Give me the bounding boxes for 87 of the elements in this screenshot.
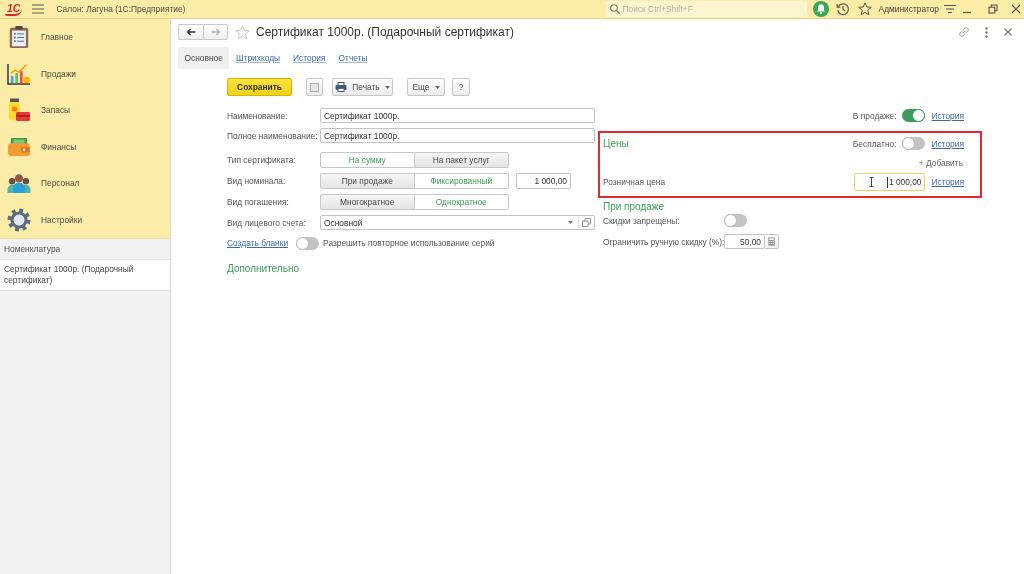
price-label: Розничная цена <box>603 177 666 187</box>
more-button[interactable]: Еще <box>407 78 445 96</box>
tab[interactable]: Основное <box>178 47 230 69</box>
history-icon[interactable] <box>835 2 850 16</box>
left-arrow-icon <box>186 28 196 36</box>
star-icon[interactable] <box>235 24 250 40</box>
sidebar-item[interactable]: Настройки <box>0 201 170 238</box>
calculator-button[interactable] <box>765 234 779 249</box>
field-label: Бесплатно: <box>852 138 897 149</box>
sidebar-item[interactable]: Запасы <box>0 92 170 129</box>
discount-field[interactable]: 50,00 <box>724 234 765 249</box>
section-heading[interactable]: Дополнительно <box>227 263 299 274</box>
text-field[interactable]: Сертификат 1000р. <box>320 128 595 143</box>
segment-option[interactable]: На сумму <box>320 152 415 168</box>
field-label: Вид номинала: <box>227 176 287 186</box>
restore-icon[interactable] <box>988 4 998 14</box>
field-label: Ограничить ручную скидку (%): <box>603 236 724 247</box>
wallet-icon <box>7 136 31 157</box>
form-title: Сертификат 1000р. (Подарочный сертификат) <box>256 25 514 39</box>
tab[interactable]: История <box>286 47 333 69</box>
toggle-switch[interactable] <box>901 109 925 122</box>
app-title: Салон: Лагуна (1С:Предприятие) <box>56 4 186 14</box>
user-name[interactable]: Администратор <box>878 4 939 14</box>
caret-icon[interactable] <box>568 221 573 224</box>
sidebar-item[interactable]: Персонал <box>0 165 170 202</box>
toggle-switch[interactable] <box>724 214 747 227</box>
caret-icon <box>434 85 440 89</box>
segment-option[interactable]: Однократное <box>414 194 509 210</box>
toggle-label: Разрешить повторное использование серий <box>323 238 495 248</box>
more-icon[interactable] <box>985 26 988 38</box>
back-button[interactable] <box>178 24 203 40</box>
field-label: Наименование: <box>227 110 289 121</box>
field-label: Полное наименование: <box>227 130 319 141</box>
price-field[interactable]: 1 000,00 <box>853 173 925 191</box>
search-icon <box>609 4 620 14</box>
segment-option[interactable]: При продаже <box>320 173 415 189</box>
field-label: Вид погашения: <box>227 197 290 207</box>
print-button[interactable]: Печать <box>332 78 393 96</box>
calculator-icon <box>768 237 775 246</box>
segment-option[interactable]: Многократное <box>320 194 415 210</box>
printer-icon <box>335 82 348 92</box>
caret-icon <box>384 85 390 89</box>
bottles-icon <box>7 98 31 123</box>
select-field[interactable]: Основной <box>320 215 595 230</box>
bell-icon[interactable] <box>812 1 829 17</box>
toggle-switch[interactable] <box>296 236 320 250</box>
lines-menu-icon[interactable] <box>944 4 956 14</box>
add-link[interactable]: + Добавить <box>918 157 963 168</box>
people-icon <box>7 172 31 195</box>
text-cursor-icon <box>868 177 874 187</box>
star-icon[interactable] <box>857 2 872 16</box>
clipboard-icon <box>7 25 31 50</box>
save-button[interactable]: Сохранить <box>227 78 292 96</box>
sidebar-item[interactable]: Финансы <box>0 128 170 165</box>
segment-option[interactable]: Фиксированный <box>414 173 509 189</box>
field-label: Вид лицевого счета: <box>227 217 307 228</box>
open-window-item[interactable]: Сертификат 1000р. (Подарочный сертификат) <box>0 259 170 291</box>
link-icon[interactable] <box>958 26 970 38</box>
section-heading: Цены <box>603 138 629 149</box>
amount-field[interactable]: 1 000,00 <box>516 173 571 189</box>
close-icon[interactable] <box>1004 28 1012 36</box>
square-button[interactable] <box>306 78 323 96</box>
help-button[interactable]: ? <box>452 78 470 96</box>
gear-icon <box>7 207 31 232</box>
history-link[interactable]: История <box>931 138 964 149</box>
right-arrow-icon <box>210 28 221 36</box>
square-icon <box>310 82 319 92</box>
section-heading: При продаже <box>602 200 665 212</box>
open-icon[interactable] <box>582 218 591 227</box>
segment-option[interactable]: На пакет услуг <box>414 152 509 168</box>
history-link[interactable]: История <box>931 110 964 121</box>
sidebar-item[interactable]: Продажи <box>0 55 170 92</box>
tab[interactable]: Отчеты <box>332 47 374 69</box>
history-link[interactable]: История <box>931 177 964 187</box>
chart-icon <box>7 62 31 85</box>
create-blanks-link[interactable]: Создать бланки <box>227 238 289 248</box>
menu-icon[interactable] <box>32 4 45 14</box>
text-field[interactable]: Сертификат 1000р. <box>320 108 595 123</box>
close-icon[interactable] <box>1011 4 1021 14</box>
sidebar-item[interactable]: Главное <box>0 19 170 56</box>
app-logo: 1С <box>5 2 23 16</box>
field-label: Тип сертификата: <box>227 155 297 165</box>
toggle-switch[interactable] <box>901 137 925 150</box>
tab[interactable]: Штрихкоды <box>229 47 287 69</box>
text-caret-icon <box>886 176 888 188</box>
field-label: Скидки запрещены: <box>603 215 681 226</box>
field-label: В продаже: <box>852 110 897 121</box>
